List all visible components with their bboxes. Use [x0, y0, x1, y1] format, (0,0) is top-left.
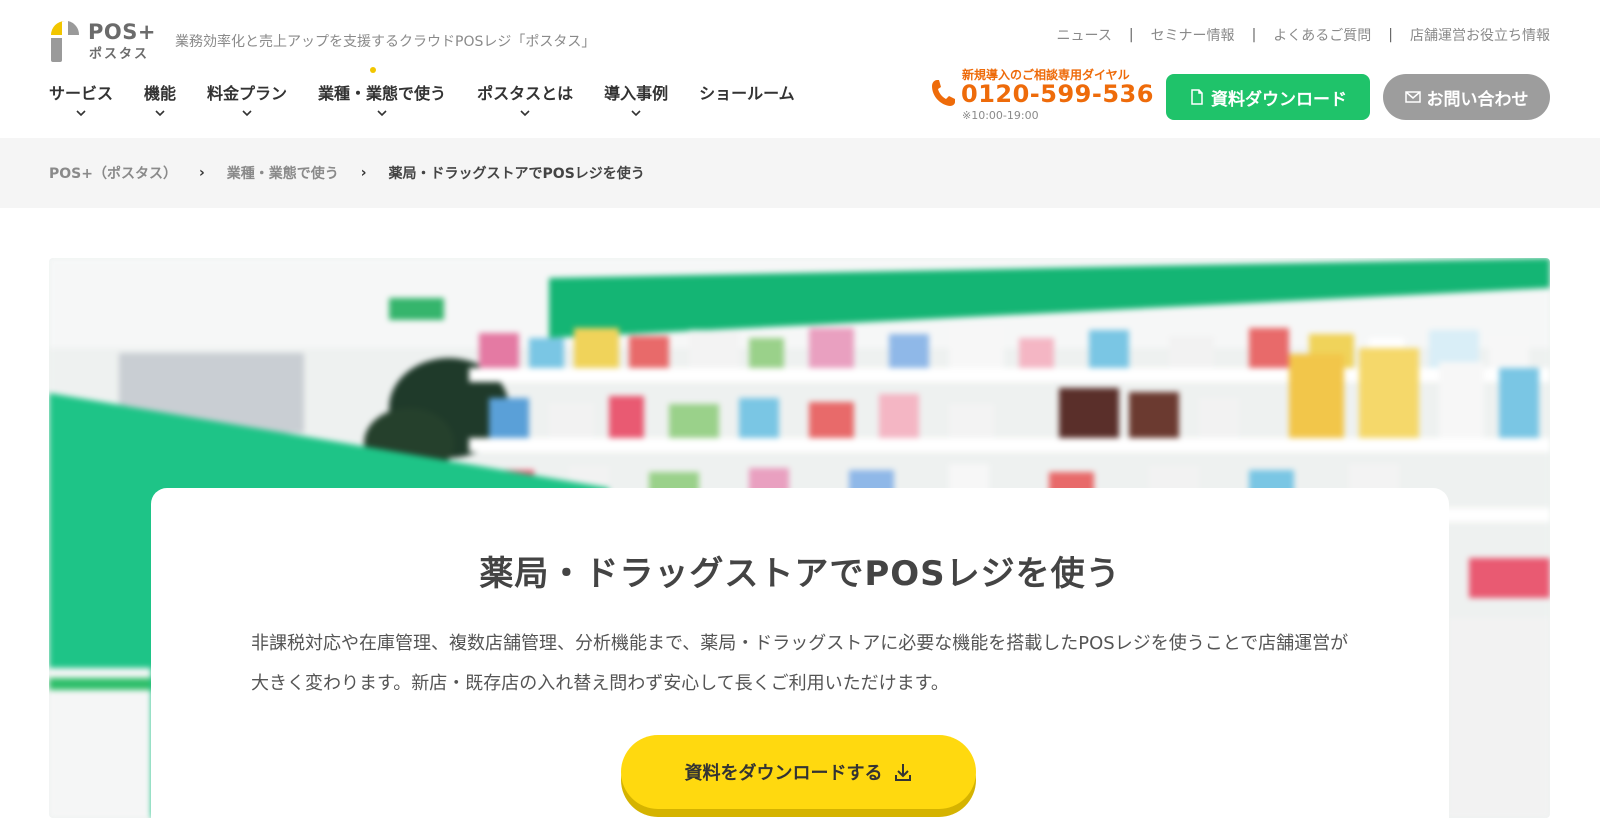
hero-content-panel: 薬局・ドラッグストアでPOSレジを使う 非課税対応や在庫管理、複数店舗管理、分析…: [151, 488, 1449, 818]
chevron-down-icon: [377, 110, 387, 117]
contact-button[interactable]: お問い合わせ: [1383, 74, 1550, 120]
nav-item-service[interactable]: サービス: [49, 80, 113, 117]
logo-text: POS+: [88, 20, 156, 44]
page-title: 薬局・ドラッグストアでPOSレジを使う: [479, 554, 1121, 594]
chevron-down-icon: [76, 110, 86, 117]
breadcrumb-home[interactable]: POS+（ポスタス）: [49, 163, 177, 183]
hero-section: 薬局・ドラッグストアでPOSレジを使う 非課税対応や在庫管理、複数店舗管理、分析…: [49, 258, 1550, 818]
nav-item-label: 機能: [144, 84, 177, 103]
separator: |: [1128, 27, 1134, 43]
hero-description: 非課税対応や在庫管理、複数店舗管理、分析機能まで、薬局・ドラッグストアに必要な機…: [251, 633, 1349, 694]
top-link-faq[interactable]: よくあるご質問: [1273, 25, 1371, 45]
logo-mark-icon: [50, 21, 80, 62]
utility-nav: ニュース | セミナー情報 | よくあるご質問 | 店舗運営お役立ち情報: [1057, 25, 1550, 45]
top-link-news[interactable]: ニュース: [1057, 25, 1112, 45]
breadcrumb-separator: ›: [198, 165, 205, 181]
chevron-down-icon: [155, 110, 165, 117]
nav-item-label: ポスタスとは: [477, 84, 574, 103]
logo[interactable]: POS+ ポスタス: [49, 18, 156, 66]
document-icon: [1191, 89, 1203, 105]
download-button[interactable]: 資料ダウンロード: [1166, 74, 1370, 120]
active-indicator-dot: [370, 67, 377, 73]
nav-item-label: 業種・業態で使う: [318, 84, 447, 103]
nav-item-features[interactable]: 機能: [144, 80, 176, 117]
breadcrumb-bar: POS+（ポスタス） › 業種・業態で使う › 薬局・ドラッグストアでPOSレジ…: [0, 138, 1600, 208]
phone-icon: [932, 80, 955, 106]
nav-item-label: サービス: [49, 84, 114, 103]
site-header: POS+ ポスタス 業務効率化と売上アップを支援するクラウドPOSレジ「ポスタス…: [0, 0, 1600, 138]
nav-item-label: 料金プラン: [207, 84, 288, 103]
nav-item-label: 導入事例: [604, 84, 669, 103]
phone-hours: ※10:00-19:00: [962, 109, 1039, 122]
phone-contact[interactable]: 新規導入のご相談専用ダイヤル 0120-599-536 ※10:00-19:00: [930, 66, 1153, 126]
chevron-down-icon: [631, 110, 641, 117]
breadcrumb-current: 薬局・ドラッグストアでPOSレジを使う: [388, 166, 645, 182]
mail-icon: [1404, 91, 1421, 103]
top-link-seminar[interactable]: セミナー情報: [1151, 25, 1235, 45]
nav-item-cases[interactable]: 導入事例: [604, 80, 668, 117]
nav-item-showroom[interactable]: ショールーム: [699, 80, 795, 117]
separator: |: [1388, 27, 1393, 43]
nav-item-pricing[interactable]: 料金プラン: [207, 80, 287, 117]
top-link-tips[interactable]: 店舗運営お役立ち情報: [1410, 25, 1550, 45]
phone-number[interactable]: 0120-599-536: [961, 80, 1154, 108]
nav-item-about[interactable]: ポスタスとは: [477, 80, 573, 117]
download-cta-button[interactable]: 資料をダウンロードする: [621, 735, 976, 809]
global-nav: サービス 機能 料金プラン 業種・業態で使う ポスタスとは 導入事例 ショールー…: [49, 67, 826, 117]
contact-button-label: お問い合わせ: [1426, 89, 1529, 110]
breadcrumb-separator: ›: [360, 165, 367, 181]
download-icon: [894, 764, 911, 781]
breadcrumb: POS+（ポスタス） › 業種・業態で使う › 薬局・ドラッグストアでPOSレジ…: [49, 163, 645, 183]
breadcrumb-industry[interactable]: 業種・業態で使う: [227, 163, 339, 183]
site-tagline: 業務効率化と売上アップを支援するクラウドPOSレジ「ポスタス」: [175, 34, 596, 50]
separator: |: [1251, 27, 1257, 43]
chevron-down-icon: [242, 110, 252, 117]
nav-item-industry[interactable]: 業種・業態で使う: [318, 67, 447, 117]
cta-label: 資料をダウンロードする: [684, 763, 883, 784]
chevron-down-icon: [520, 110, 530, 117]
download-button-label: 資料ダウンロード: [1211, 89, 1347, 110]
logo-subtext: ポスタス: [89, 47, 150, 62]
nav-item-label: ショールーム: [699, 84, 795, 103]
